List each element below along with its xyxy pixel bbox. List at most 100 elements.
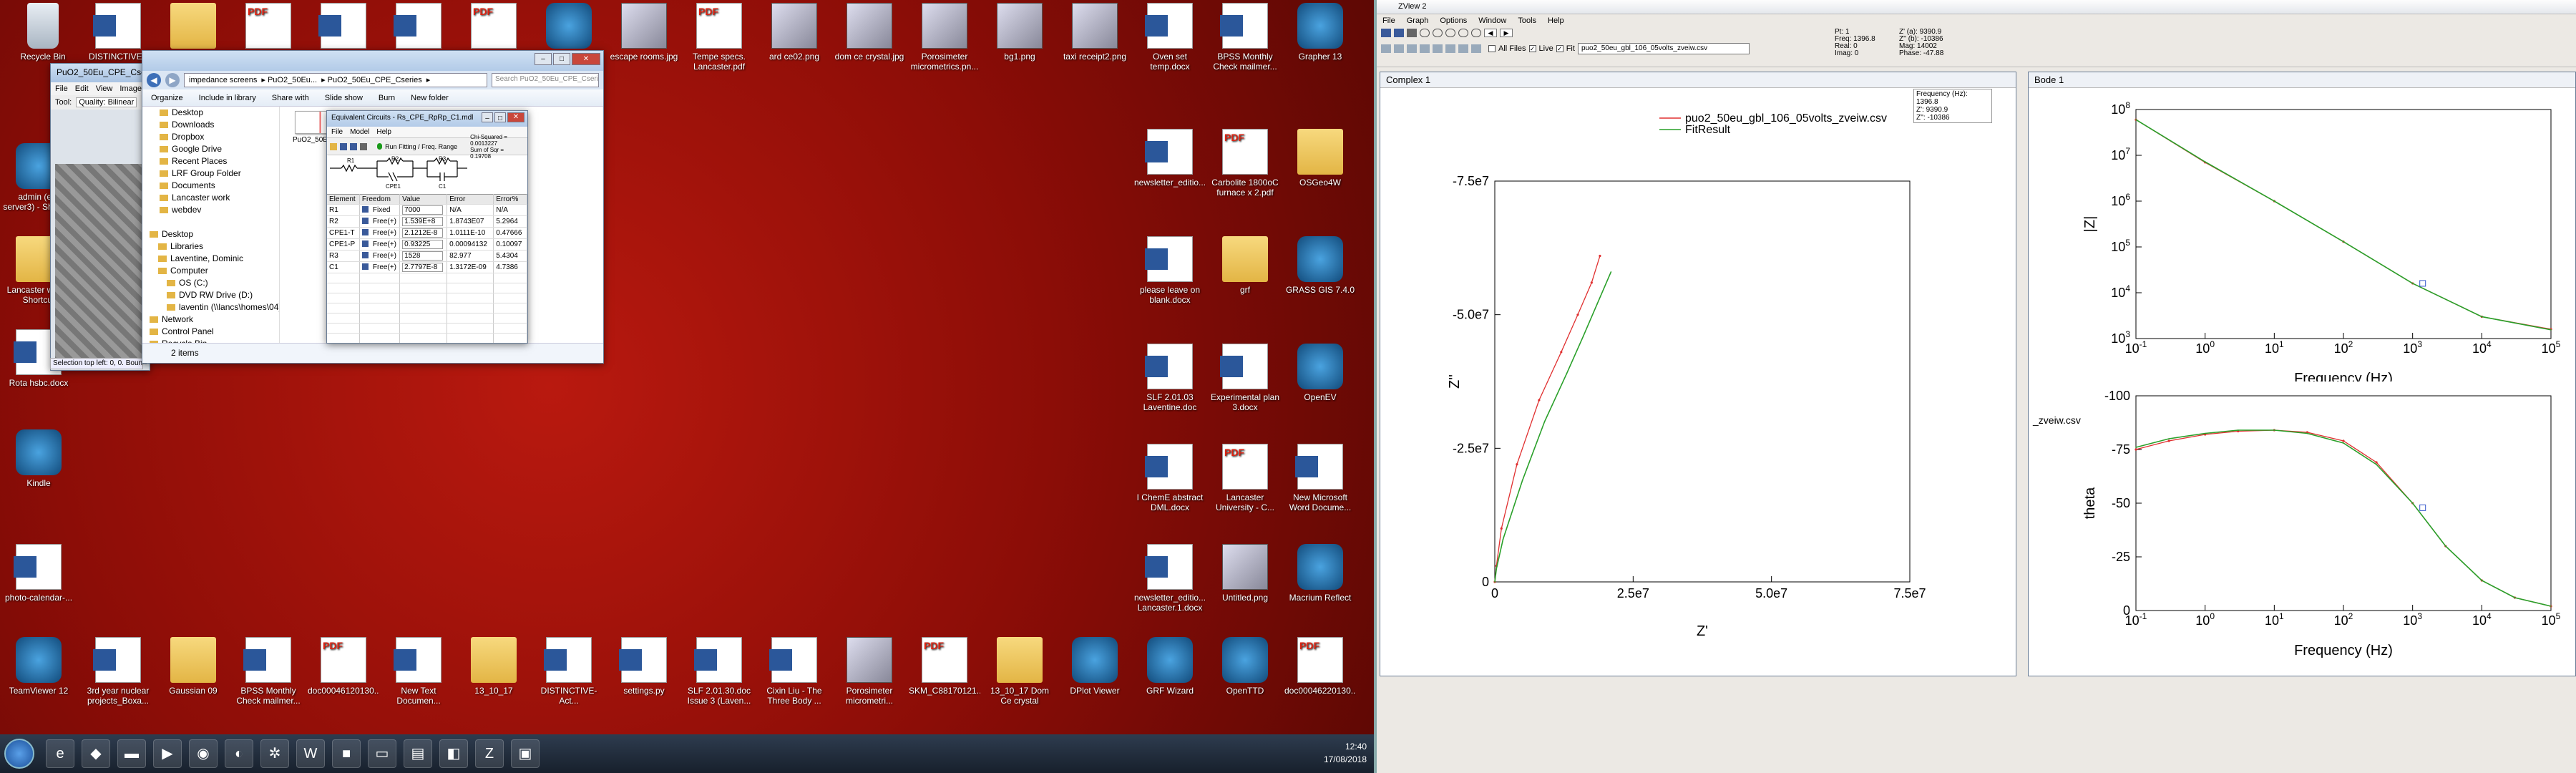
parameter-row[interactable]: R3 Free(+) 1528 82.977 5.4304 — [327, 250, 527, 262]
desktop-icon-porosimeter-micrometri[interactable]: Porosimeter micrometri... — [834, 637, 905, 706]
value-field[interactable]: 1.539E+8 — [399, 215, 448, 228]
freedom-dropdown-icon[interactable] — [361, 206, 369, 213]
cursor-marker[interactable] — [2419, 280, 2426, 287]
nav-item[interactable]: Libraries — [142, 240, 279, 253]
start-button[interactable] — [4, 739, 34, 769]
taskbar-app-icon[interactable]: ◐ — [225, 739, 253, 768]
nav-item[interactable]: DVD RW Drive (D:) — [142, 289, 279, 301]
step-right-icon[interactable]: ▶ — [1500, 29, 1513, 37]
cursor-marker[interactable] — [2419, 504, 2426, 511]
breadcrumb[interactable]: impedance screens ▸ PuO2_50Eu... ▸ PuO2_50… — [184, 73, 487, 87]
complex-plot[interactable]: 0 2.5e7 5.0e7 7.5e7 -7.5e7 -5.0e7 -2.5e7 0 Z' Z''… — [1380, 88, 2016, 675]
parameter-row[interactable]: C1 Free(+) 2.7797E-8 1.3172E-09 4.7386 — [327, 261, 527, 273]
graph-type-icon-4[interactable] — [1420, 44, 1430, 53]
equivalent-circuits-window[interactable]: Equivalent Circuits - Rs_CPE_RpRp_C1.mdl… — [326, 110, 528, 344]
desktop-icon-tempe-specs-lancaster-pdf[interactable]: Tempe specs. Lancaster.pdf — [683, 3, 755, 72]
nav-item[interactable]: Dropbox — [142, 131, 279, 143]
quality-select[interactable]: Quality: Bilinear — [76, 97, 137, 107]
graph-type-icon-7[interactable] — [1458, 44, 1468, 53]
desktop-icon-openev[interactable]: OpenEV — [1284, 344, 1356, 402]
all-files-checkbox[interactable] — [1488, 45, 1496, 52]
desktop-icon-bpss-monthly-check-mailmer[interactable]: BPSS Monthly Check mailmer... — [1209, 3, 1281, 72]
taskbar-zview-icon[interactable]: Z — [475, 739, 504, 768]
taskbar-chart-icon[interactable]: ▤ — [404, 739, 432, 768]
complex-plot-window[interactable]: Complex 1 0 2.5e7 5.0e7 7.5e7 -7.5e7 -5.0e7 -2… — [1380, 72, 2016, 676]
freedom-dropdown-icon[interactable] — [361, 218, 369, 224]
clock-time[interactable]: 12:40 — [1324, 740, 1367, 753]
freedom-select[interactable]: Free(+) — [359, 250, 401, 262]
desktop-icon-doc00046220130[interactable]: doc00046220130... — [1284, 637, 1356, 696]
zoom-fit-icon[interactable] — [1445, 29, 1455, 37]
freedom-select[interactable]: Free(+) — [359, 215, 401, 228]
column-header[interactable]: Error — [447, 194, 494, 205]
taskbar-play-icon[interactable]: ▶ — [153, 739, 182, 768]
nav-item[interactable]: Laventine, Dominic — [142, 253, 279, 265]
taskbar-greenshot-icon[interactable]: ◉ — [189, 739, 218, 768]
nav-item[interactable]: OS (C:) — [142, 277, 279, 289]
desktop-icon-recycle-bin[interactable]: Recycle Bin — [7, 3, 79, 62]
graph-type-icon-2[interactable] — [1394, 44, 1404, 53]
desktop-icon-distinctive-act[interactable]: DISTINCTIVE-Act... — [533, 637, 605, 706]
nav-item[interactable]: Control Panel — [142, 326, 279, 338]
pan-icon[interactable] — [1471, 29, 1481, 37]
open-icon[interactable] — [330, 142, 337, 150]
open-data-icon[interactable] — [1381, 29, 1391, 37]
nav-item[interactable]: Desktop — [142, 228, 279, 240]
freedom-select[interactable]: Free(+) — [359, 238, 401, 251]
save-as-icon[interactable] — [349, 142, 357, 150]
zoom-all-icon[interactable] — [1458, 29, 1468, 37]
zview-menu-tools[interactable]: Tools — [1518, 16, 1536, 25]
search-input[interactable]: Search PuO2_50Eu_CPE_Cseries — [492, 73, 599, 87]
live-checkbox[interactable]: ✓ — [1528, 45, 1536, 52]
series-line-data[interactable] — [1494, 256, 1601, 583]
taskbar-settings-icon[interactable]: ✲ — [260, 739, 289, 768]
parameter-row[interactable]: R2 Free(+) 1.539E+8 1.8743E07 5.2964 — [327, 215, 527, 228]
desktop-icon-newsletter-editio-lancaster-1-docx[interactable]: newsletter_editio... Lancaster.1.docx — [1134, 544, 1206, 613]
nav-item[interactable]: Desktop — [142, 107, 279, 119]
taskbar-word-icon[interactable]: W — [296, 739, 325, 768]
desktop-icon-doc00046120130[interactable]: doc00046120130... — [308, 637, 379, 696]
desktop-icon-i-cheme-abstract-dml-docx[interactable]: I ChemE abstract DML.docx — [1134, 444, 1206, 512]
eqc-menu-file[interactable]: File — [331, 128, 343, 136]
desktop-icon-kindle[interactable]: Kindle — [3, 429, 74, 488]
explorer-toolbar-include-in-library[interactable]: Include in library — [199, 94, 256, 102]
desktop-icon-openttd[interactable]: OpenTTD — [1209, 637, 1281, 696]
value-field[interactable]: 2.1212E-8 — [399, 227, 448, 239]
desktop-icon-13-10-17[interactable]: 13_10_17 — [458, 637, 530, 696]
value-field[interactable]: 7000 — [399, 204, 448, 216]
desktop-icon-oven-set-temp-docx[interactable]: Oven set temp.docx — [1134, 3, 1206, 72]
desktop-icon-experimental-plan-3-docx[interactable]: Experimental plan 3.docx — [1209, 344, 1281, 412]
column-header[interactable]: Element — [327, 194, 360, 205]
breadcrumb-item[interactable]: impedance screens — [189, 76, 257, 84]
series-line-fit[interactable] — [2135, 119, 2552, 331]
freedom-dropdown-icon[interactable] — [361, 263, 369, 270]
value-field[interactable]: 0.93225 — [399, 238, 448, 251]
desktop-icon-gaussian-09[interactable]: Gaussian 09 — [157, 637, 229, 696]
eqc-menu-help[interactable]: Help — [376, 128, 391, 136]
explorer-toolbar-new-folder[interactable]: New folder — [411, 94, 449, 102]
desktop-icon-new-microsoft-word-docume[interactable]: New Microsoft Word Docume... — [1284, 444, 1356, 512]
fit-checkbox[interactable]: ✓ — [1556, 45, 1563, 52]
series-line-data[interactable] — [2135, 119, 2552, 330]
step-left-icon[interactable]: ◀ — [1484, 29, 1497, 37]
desktop-icon-dplot-viewer[interactable]: DPlot Viewer — [1059, 637, 1131, 696]
column-header[interactable]: Value — [399, 194, 448, 205]
graph-type-icon-6[interactable] — [1445, 44, 1455, 53]
run-fitting-icon[interactable] — [376, 143, 383, 150]
zview-menu-graph[interactable]: Graph — [1407, 16, 1429, 25]
taskbar-paint-icon[interactable]: ■ — [332, 739, 361, 768]
desktop-icon-3rd-year-nuclear-projects-boxa[interactable]: 3rd year nuclear projects_Boxa... — [82, 637, 154, 706]
freedom-dropdown-icon[interactable] — [361, 252, 369, 258]
run-fitting-button[interactable]: Run Fitting / Freq. Range — [385, 143, 457, 150]
bode-magnitude-plot[interactable]: 10-1 100 101 102 103 104 105103104105106107108… — [2029, 88, 2575, 381]
clock-date[interactable]: 17/08/2018 — [1324, 753, 1367, 766]
desktop-icon-macrium-reflect[interactable]: Macrium Reflect — [1284, 544, 1356, 603]
desktop-icon-grapher-13[interactable]: Grapher 13 — [1284, 3, 1356, 62]
eqc-menu-model[interactable]: Model — [350, 128, 369, 136]
nav-item[interactable]: Recent Places — [142, 155, 279, 167]
desktop-icon-teamviewer-12[interactable]: TeamViewer 12 — [3, 637, 74, 696]
desktop-icon-lancaster-university-c[interactable]: Lancaster University - C... — [1209, 444, 1281, 512]
bode-phase-plot[interactable]: 10-1 100 101 102 103 104 105-100-75-50-250Freq… — [2029, 381, 2575, 675]
desktop-icon-grf-wizard[interactable]: GRF Wizard — [1134, 637, 1206, 696]
save-graph-icon[interactable] — [1394, 29, 1404, 37]
